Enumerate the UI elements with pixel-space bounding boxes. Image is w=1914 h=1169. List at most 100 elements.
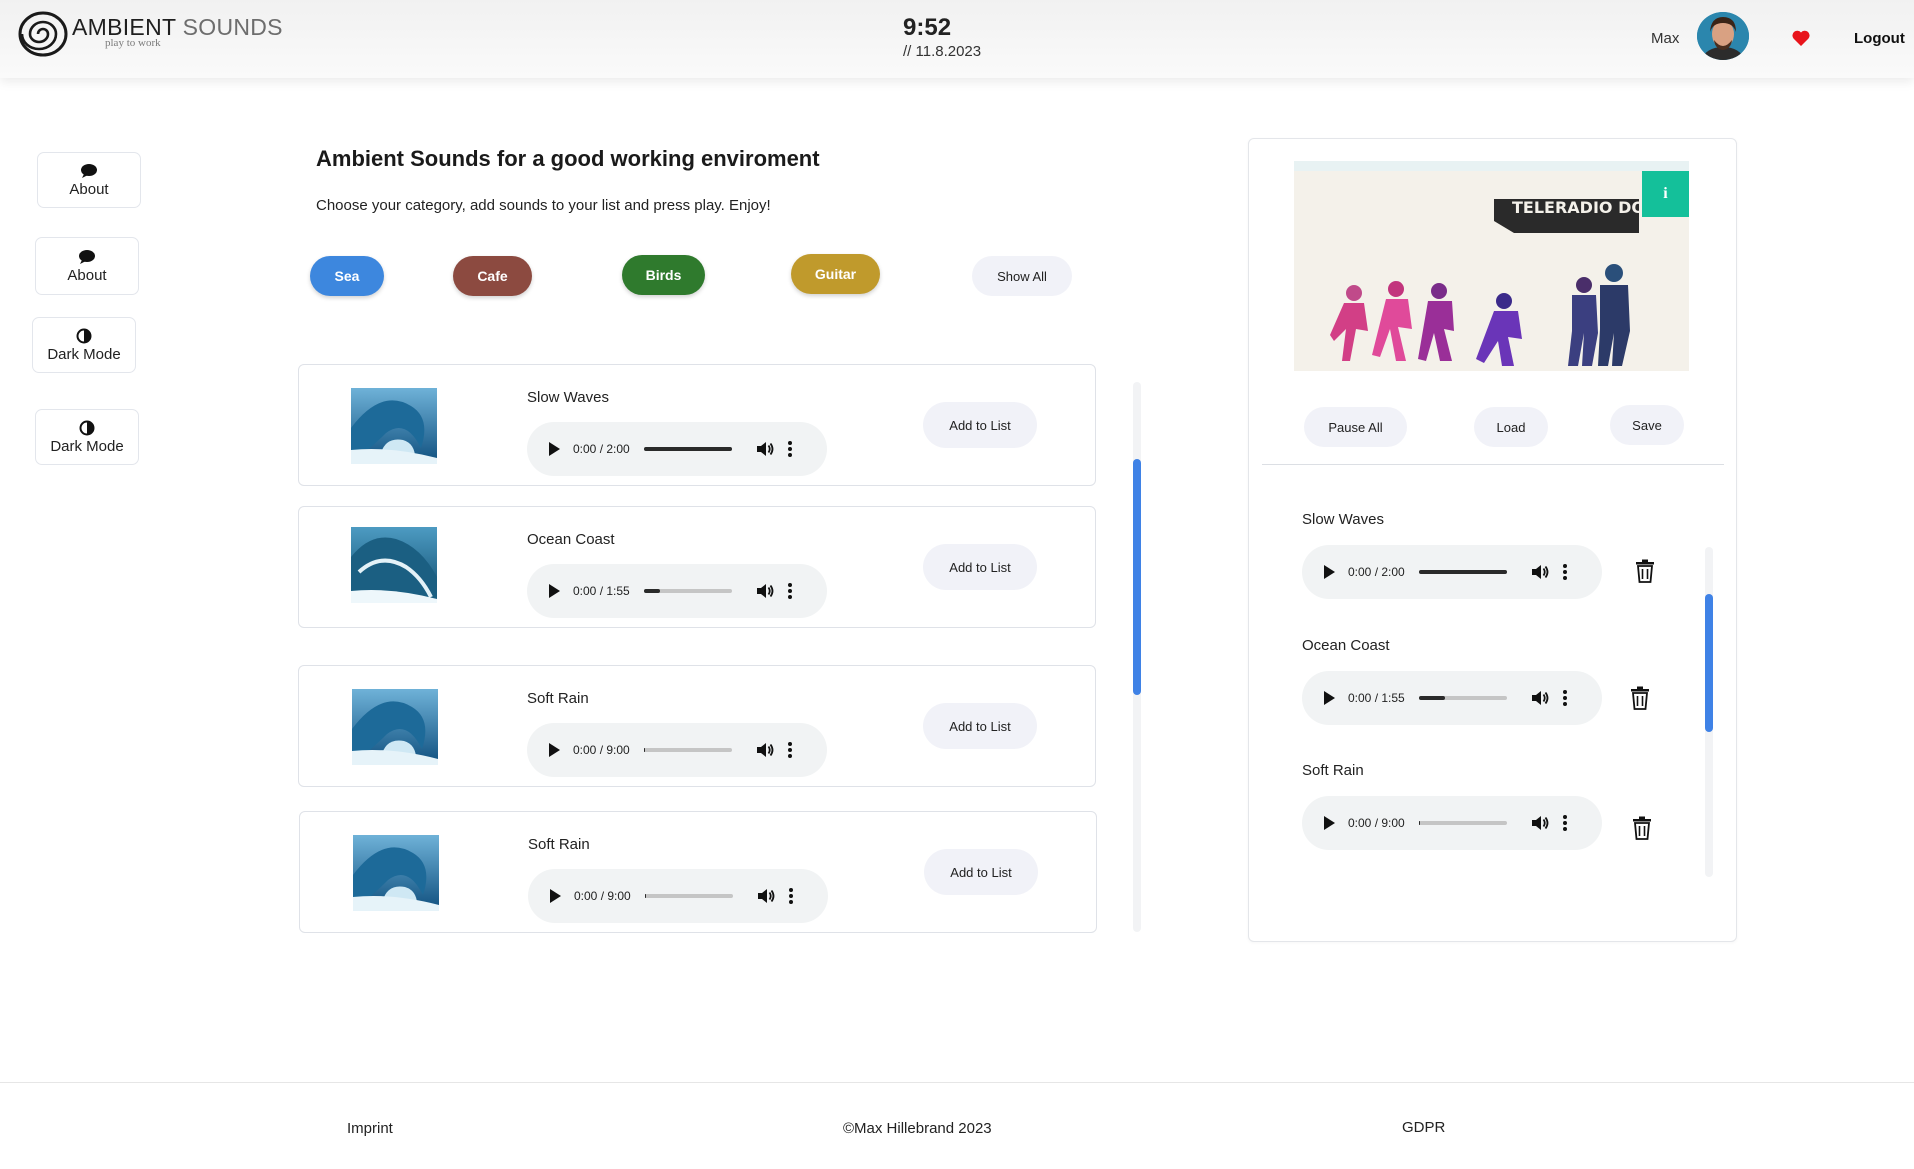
play-icon[interactable] [549,442,560,456]
category-cafe-button[interactable]: Cafe [453,256,532,296]
sound-title: Slow Waves [527,389,609,406]
audio-player: 0:00 / 2:00 [527,422,827,476]
show-all-button[interactable]: Show All [972,256,1072,296]
sound-title: Ocean Coast [527,531,615,548]
playlist-item-title: Slow Waves [1302,511,1384,528]
user-name: Max [1651,30,1680,47]
category-sea-button[interactable]: Sea [310,256,384,296]
audio-time: 0:00 / 9:00 [1348,816,1405,830]
audio-seek-slider[interactable] [644,894,733,898]
video-frame: TELERADIO DONOSO [1294,161,1689,371]
contrast-icon [79,420,95,435]
audio-seek-slider[interactable] [643,447,732,451]
add-to-list-button[interactable]: Add to List [923,703,1037,749]
play-icon[interactable] [549,584,560,598]
sound-list-scroll-thumb[interactable] [1133,459,1141,695]
category-guitar-button[interactable]: Guitar [791,254,880,294]
playlist-item-title: Ocean Coast [1302,637,1390,654]
sidebar-about-button-2[interactable]: About [35,237,139,295]
audio-seek-slider[interactable] [1418,570,1507,574]
logout-button[interactable]: Logout [1854,30,1905,47]
play-icon[interactable] [1324,816,1335,830]
audio-progress [1418,821,1421,825]
more-options-icon[interactable] [1562,564,1567,580]
more-options-icon[interactable] [1562,815,1567,831]
heart-icon[interactable] [1791,28,1811,48]
playlist-audio-player: 0:00 / 1:55 [1302,671,1602,725]
audio-time: 0:00 / 2:00 [1348,565,1405,579]
volume-icon[interactable] [757,888,775,904]
app-logo[interactable]: AMBIENT SOUNDS play to work [18,11,283,57]
top-bar: AMBIENT SOUNDS play to work 9:52 // 11.8… [0,0,1914,78]
audio-player: 0:00 / 9:00 [528,869,828,923]
more-options-icon[interactable] [787,742,792,758]
volume-icon[interactable] [1531,690,1549,706]
more-options-icon[interactable] [787,583,792,599]
audio-seek-slider[interactable] [643,589,732,593]
more-options-icon[interactable] [788,888,793,904]
save-button[interactable]: Save [1610,405,1684,445]
contrast-icon [76,328,92,343]
sound-card: Soft Rain 0:00 / 9:00 Add to List [299,811,1097,933]
volume-icon[interactable] [1531,815,1549,831]
sound-title: Soft Rain [528,836,590,853]
more-options-icon[interactable] [787,441,792,457]
volume-icon[interactable] [756,441,774,457]
audio-progress [1418,696,1446,700]
play-icon[interactable] [1324,691,1335,705]
pause-all-button[interactable]: Pause All [1304,407,1407,447]
playlist-item-title: Soft Rain [1302,762,1364,779]
volume-icon[interactable] [756,583,774,599]
trash-icon[interactable] [1635,559,1655,583]
add-to-list-button[interactable]: Add to List [924,849,1038,895]
category-birds-button[interactable]: Birds [622,255,705,295]
play-icon[interactable] [550,889,561,903]
playlist-audio-player: 0:00 / 9:00 [1302,796,1602,850]
audio-time: 0:00 / 9:00 [574,889,631,903]
sound-card: Soft Rain 0:00 / 9:00 Add to List [298,665,1096,787]
trash-icon[interactable] [1630,686,1650,710]
audio-seek-slider[interactable] [643,748,732,752]
clock: 9:52 // 11.8.2023 [903,14,981,60]
video-player[interactable]: TELERADIO DONOSO i [1294,161,1689,371]
playlist-scroll-thumb[interactable] [1705,594,1713,732]
footer-divider [0,1082,1914,1083]
audio-progress [643,748,646,752]
avatar[interactable] [1697,12,1749,60]
add-to-list-button[interactable]: Add to List [923,402,1037,448]
load-button[interactable]: Load [1474,407,1548,447]
audio-seek-slider[interactable] [1418,821,1507,825]
gdpr-link[interactable]: GDPR [1402,1119,1445,1136]
page-title: Ambient Sounds for a good working enviro… [316,146,820,171]
spiral-logo-icon [18,11,68,57]
play-icon[interactable] [1324,565,1335,579]
audio-seek-slider[interactable] [1418,696,1507,700]
clock-date: // 11.8.2023 [903,43,982,60]
audio-time: 0:00 / 9:00 [573,743,630,757]
sidebar-dark-mode-button-2[interactable]: Dark Mode [35,409,139,465]
audio-progress [644,894,647,898]
play-icon[interactable] [549,743,560,757]
clock-time: 9:52 [903,14,952,41]
trash-icon[interactable] [1632,816,1652,840]
audio-progress [643,447,732,451]
sidebar-dark-mode-button[interactable]: Dark Mode [32,317,136,373]
chat-bubble-icon [81,163,97,178]
more-options-icon[interactable] [1562,690,1567,706]
sound-card: Ocean Coast 0:00 / 1:55 Add to List [298,506,1096,628]
sidebar-about-label: About [69,180,109,198]
sidebar-about-label: About [67,266,107,284]
audio-time: 0:00 / 2:00 [573,442,630,456]
playlist-audio-player: 0:00 / 2:00 [1302,545,1602,599]
volume-icon[interactable] [756,742,774,758]
page-subtitle: Choose your category, add sounds to your… [316,197,771,214]
add-to-list-button[interactable]: Add to List [923,544,1037,590]
avatar-image [1697,12,1749,60]
audio-progress [643,589,660,593]
imprint-link[interactable]: Imprint [347,1120,393,1137]
sidebar-about-button[interactable]: About [37,152,141,208]
audio-time: 0:00 / 1:55 [573,584,630,598]
volume-icon[interactable] [1531,564,1549,580]
info-button[interactable]: i [1642,171,1689,217]
sidebar-dark-mode-label: Dark Mode [47,345,121,363]
